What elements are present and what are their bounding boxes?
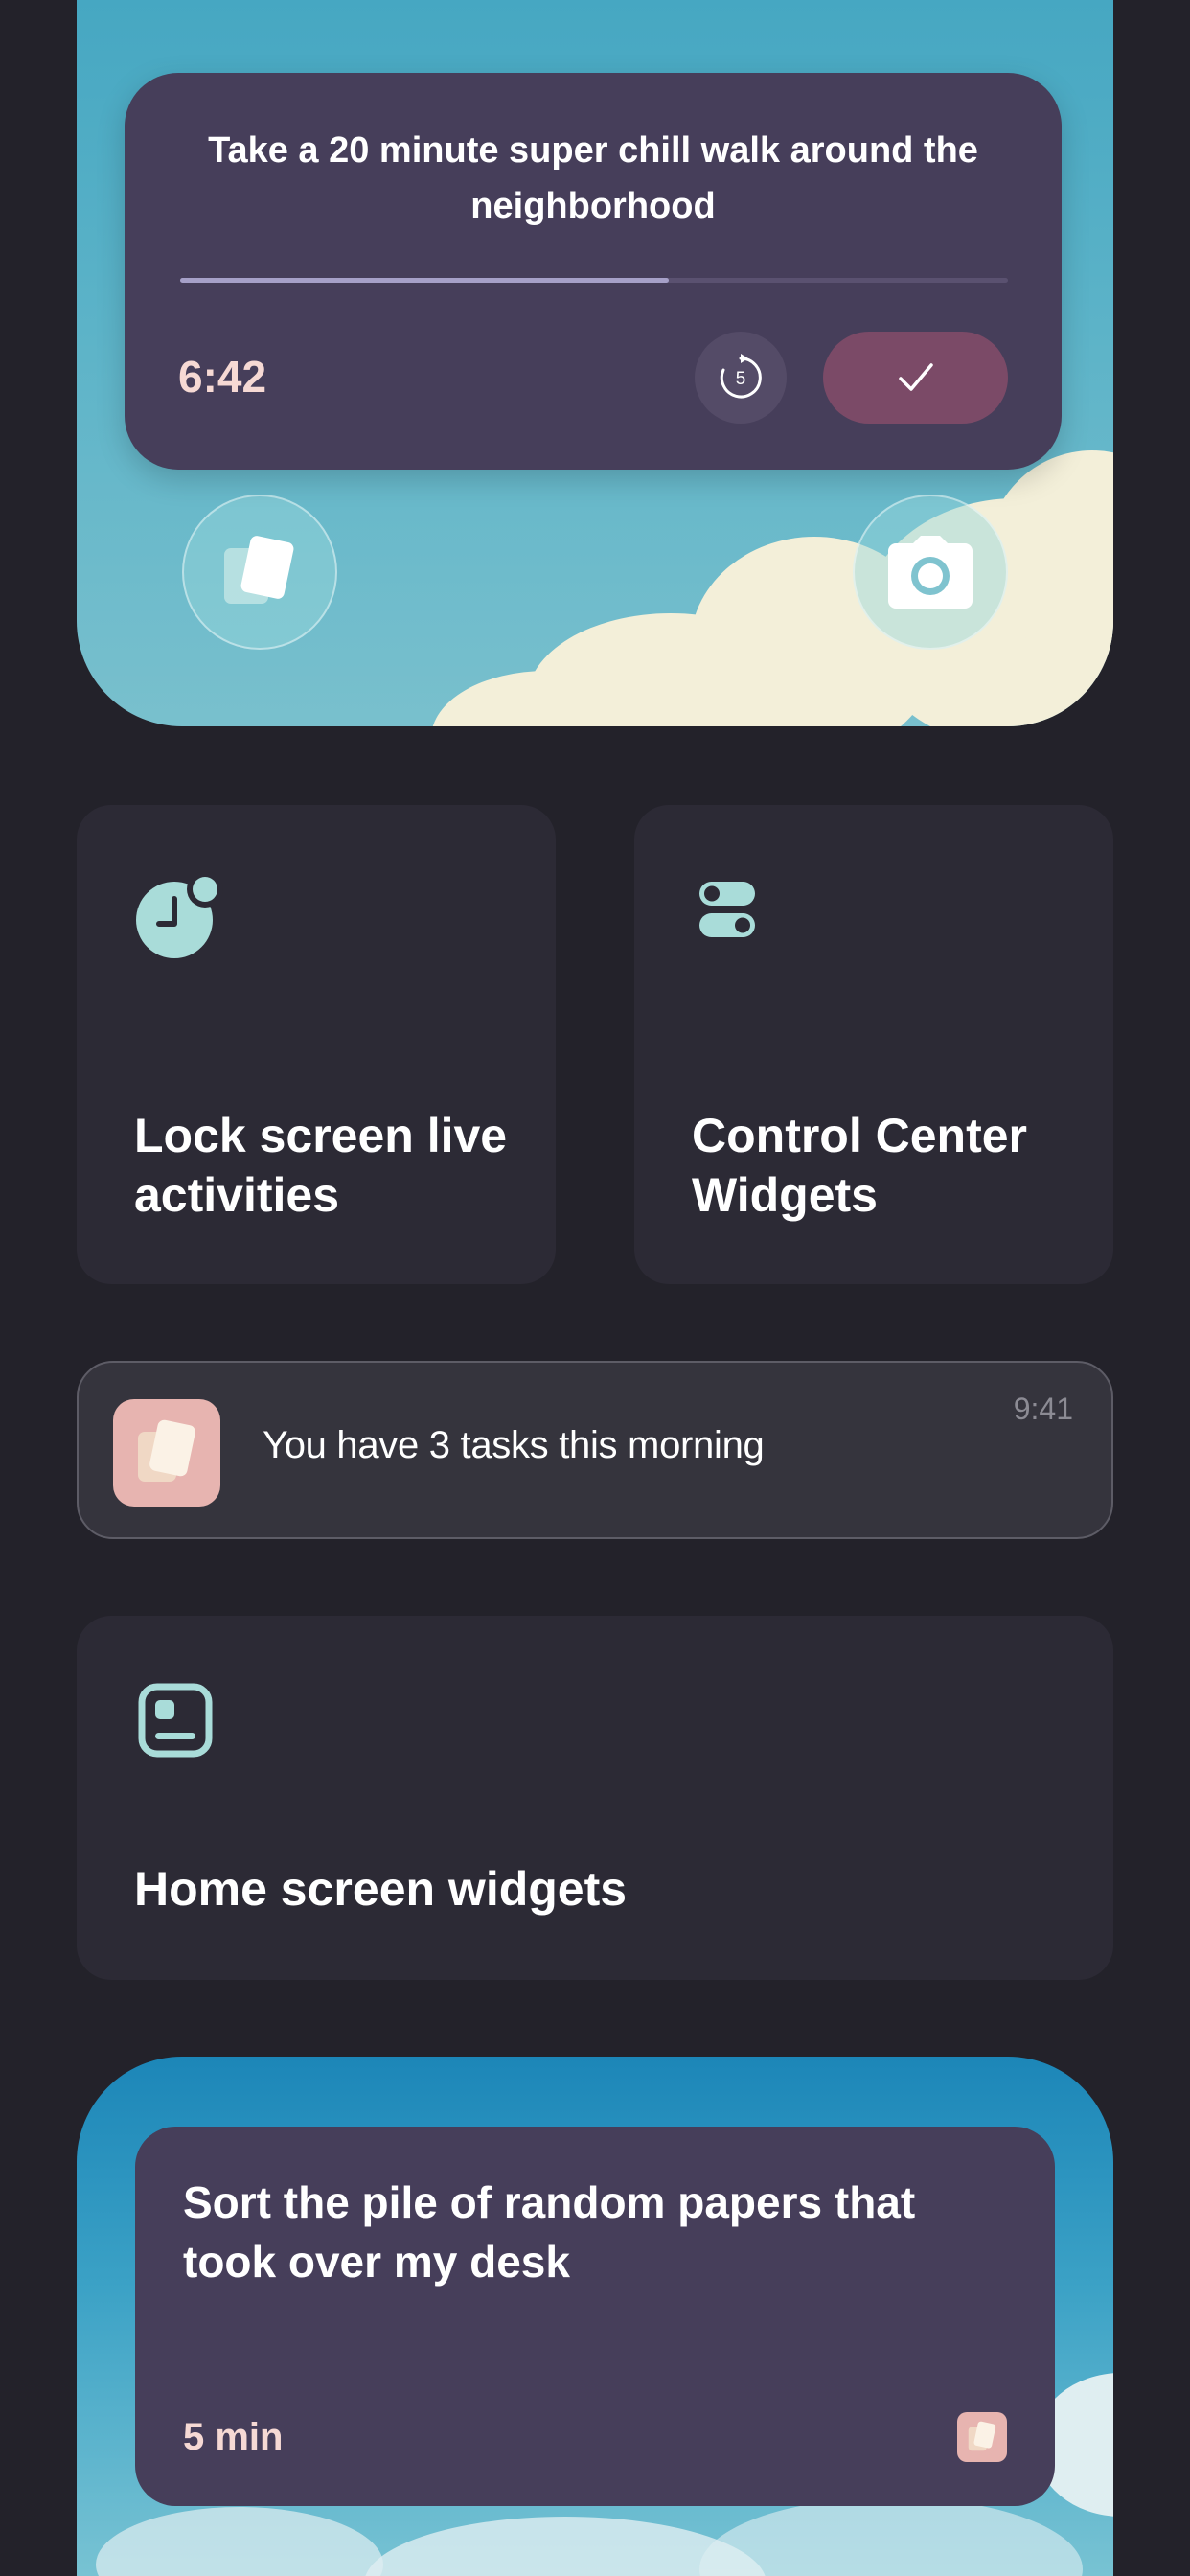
app-cards-button[interactable] <box>182 494 337 650</box>
notification-banner[interactable]: You have 3 tasks this morning 9:41 <box>77 1361 1113 1539</box>
live-activity-title: Take a 20 minute super chill walk around… <box>208 130 978 226</box>
app-icon <box>957 2412 1007 2462</box>
toggles-icon <box>699 882 755 937</box>
feature-label: Home screen widgets <box>134 1862 628 1916</box>
done-button[interactable] <box>823 332 1008 424</box>
checkmark-icon <box>898 363 933 391</box>
home-widget-title: Sort the pile of random papers that took… <box>183 2177 916 2287</box>
live-activity-card: Take a 20 minute super chill walk around… <box>125 73 1062 470</box>
feature-tile-home-widgets[interactable]: Home screen widgets <box>77 1616 1113 1980</box>
home-widget-card[interactable]: Sort the pile of random papers that took… <box>135 2127 1055 2506</box>
notification-time: 9:41 <box>1013 1392 1073 1426</box>
feature-label: Lock screen live activities <box>134 1109 508 1222</box>
app-icon <box>113 1399 220 1506</box>
progress-bar <box>180 278 1008 283</box>
feature-label: Control Center Widgets <box>692 1109 1027 1222</box>
timer-restart-icon: 5 <box>720 354 762 399</box>
feature-tile-lock-screen[interactable]: Lock screen live activities <box>77 805 556 1284</box>
timer-restart-button[interactable]: 5 <box>695 332 787 424</box>
timer-icon-number: 5 <box>736 369 746 389</box>
clock-badge-icon <box>136 871 223 958</box>
widget-frame-icon <box>138 1683 213 1758</box>
app-cards-icon <box>968 2421 996 2451</box>
camera-button[interactable] <box>853 494 1008 650</box>
app-cards-icon <box>138 1419 195 1482</box>
progress-fill <box>180 278 669 283</box>
feature-tile-control-center[interactable]: Control Center Widgets <box>634 805 1113 1284</box>
time-remaining: 6:42 <box>178 352 267 402</box>
app-cards-icon <box>224 536 294 604</box>
camera-icon <box>888 536 973 609</box>
home-widget-duration: 5 min <box>183 2416 284 2458</box>
notification-text: You have 3 tasks this morning <box>263 1424 765 1466</box>
